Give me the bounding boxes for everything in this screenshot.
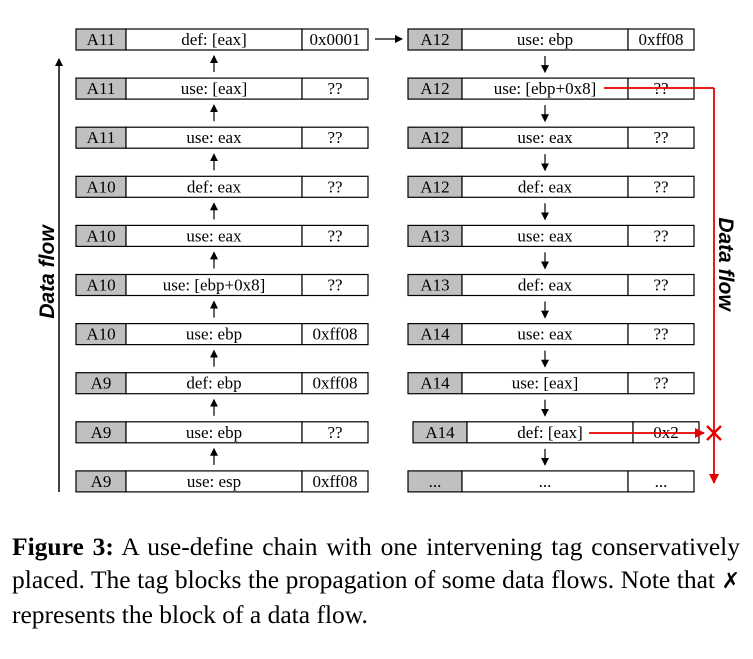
operation-text: use: ebp <box>186 325 242 344</box>
caption-text-before: A use-define chain with one intervening … <box>12 532 741 594</box>
operation-text: use: ebp <box>186 423 242 442</box>
value-text: ?? <box>653 177 668 196</box>
block-label: A10 <box>86 276 115 295</box>
block-label: A13 <box>420 276 449 295</box>
right-chain: A12 use: ebp 0xff08 A12 use: [ebp+0x8] ?? A12 u… <box>407 28 700 493</box>
block-label: A10 <box>86 177 115 196</box>
right-data-flow-label: Data flow <box>714 217 737 312</box>
value-text: 0xff08 <box>312 374 357 393</box>
value-text: ?? <box>327 128 342 147</box>
block-label: A10 <box>86 226 115 245</box>
operation-text: use: [eax] <box>181 79 248 98</box>
caption-text-after: represents the block of a data flow. <box>12 600 368 629</box>
left-chain-row: A10 use: [ebp+0x8]?? <box>75 273 369 297</box>
left-chain-row: A9 use: esp 0xff08 <box>75 470 369 493</box>
left-chain-row: A11 use: eax?? <box>75 126 369 149</box>
block-label: A12 <box>420 30 449 49</box>
right-chain-row: A14 use: eax?? <box>407 323 695 346</box>
value-text: ?? <box>327 423 342 442</box>
left-chain-row: A11 use: [eax]?? <box>75 77 369 100</box>
block-label: A12 <box>420 177 449 196</box>
value-text: 0x0001 <box>310 30 361 49</box>
left-chain: A11 def: [eax] 0x0001 A11 use: [eax] ?? A11 use… <box>75 28 369 493</box>
value-text: ... <box>655 472 668 491</box>
figure-caption: Figure 3: A use-define chain with one in… <box>12 530 740 631</box>
operation-text: use: [ebp+0x8] <box>494 79 597 98</box>
value-text: ?? <box>653 325 668 344</box>
operation-text: ... <box>539 472 552 491</box>
right-chain-row: ......... <box>407 470 695 493</box>
block-label: A9 <box>91 423 112 442</box>
operation-text: use: eax <box>517 226 573 245</box>
block-label: A12 <box>420 128 449 147</box>
operation-text: def: [eax] <box>517 423 583 442</box>
operation-text: use: eax <box>186 226 242 245</box>
right-chain-row: A12 def: eax?? <box>407 175 695 198</box>
block-label: A10 <box>86 325 115 344</box>
block-label: A12 <box>420 79 449 98</box>
value-text: 0xff08 <box>312 472 357 491</box>
block-label: A9 <box>91 472 112 491</box>
right-chain-row: A13 def: eax?? <box>407 273 695 297</box>
operation-text: use: ebp <box>517 30 573 49</box>
operation-text: use: eax <box>517 325 573 344</box>
block-label: A11 <box>87 79 116 98</box>
operation-text: def: [eax] <box>181 30 247 49</box>
block-label: A13 <box>420 226 449 245</box>
operation-text: use: eax <box>517 128 573 147</box>
block-label: A14 <box>420 325 450 344</box>
left-chain-row: A10 use: ebp 0xff08 <box>75 323 369 346</box>
operation-text: def: ebp <box>186 374 241 393</box>
value-text: ?? <box>327 226 342 245</box>
operation-text: use: esp <box>187 472 241 491</box>
right-chain-row: A13 use: eax?? <box>407 224 695 247</box>
left-chain-row: A10 use: eax?? <box>75 224 369 247</box>
left-chain-row: A9 use: ebp?? <box>75 421 369 444</box>
block-label: A14 <box>420 374 450 393</box>
value-text: ?? <box>327 79 342 98</box>
left-chain-row: A11 def: [eax] 0x0001 <box>75 28 369 51</box>
use-define-chain-diagram: A11 def: [eax] 0x0001 A11 use: [eax] ?? A11 use… <box>36 28 737 493</box>
left-data-flow-label: Data flow <box>36 224 59 319</box>
right-chain-row: A12 use: ebp 0xff08 <box>407 28 695 51</box>
operation-text: use: [eax] <box>512 374 579 393</box>
left-chain-row: A10 def: eax?? <box>75 175 369 198</box>
value-text: 0xff08 <box>312 325 357 344</box>
block-label: ... <box>429 472 442 491</box>
value-text: ?? <box>653 374 668 393</box>
block-label: A9 <box>91 374 112 393</box>
left-chain-row: A9 def: ebp 0xff08 <box>75 372 369 395</box>
operation-text: def: eax <box>518 177 573 196</box>
block-label: A11 <box>87 128 116 147</box>
operation-text: def: eax <box>518 276 573 295</box>
operation-text: use: [ebp+0x8] <box>163 276 266 295</box>
block-label: A11 <box>87 30 116 49</box>
value-text: ?? <box>327 276 342 295</box>
block-label: A14 <box>425 423 455 442</box>
operation-text: def: eax <box>187 177 242 196</box>
caption-label: Figure 3: <box>12 532 114 561</box>
right-chain-row: A14 use: [eax]?? <box>407 372 695 395</box>
value-text: ?? <box>327 177 342 196</box>
right-chain-row: A12 use: eax?? <box>407 126 695 149</box>
operation-text: use: eax <box>186 128 242 147</box>
caption-cross-icon: ✗ <box>721 569 741 594</box>
value-text: ?? <box>653 276 668 295</box>
value-text: ?? <box>653 226 668 245</box>
value-text: 0xff08 <box>638 30 683 49</box>
value-text: ?? <box>653 128 668 147</box>
